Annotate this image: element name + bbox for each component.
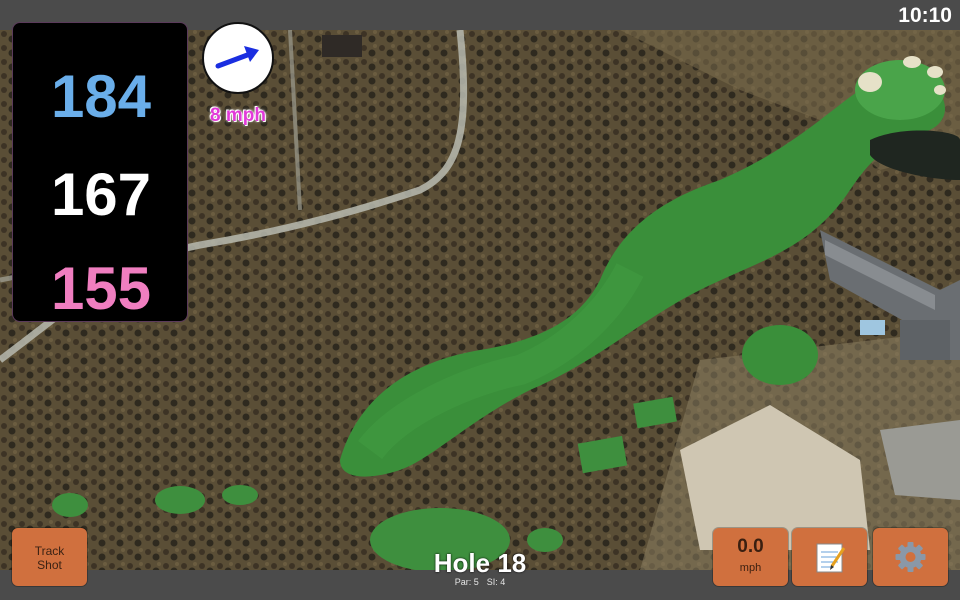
track-shot-button[interactable]: Track Shot [12,528,87,586]
notepad-icon [816,543,846,573]
track-shot-label-line1: Track [34,544,65,558]
speed-button[interactable]: 0.0 mph [713,528,788,586]
distance-panel: 184 167 155 [12,22,188,322]
hole-details: Par: 5 SI: 4 [380,577,580,587]
notes-button[interactable] [792,528,867,586]
arrow-icon [215,46,259,69]
settings-button[interactable] [873,528,948,586]
track-shot-label-line2: Shot [37,558,62,572]
hole-info: Hole 18 Par: 5 SI: 4 [380,548,580,587]
middle-distance: 167 [50,161,152,228]
front-distance: 155 [50,255,152,322]
gear-icon [895,542,926,572]
clock: 10:10 [898,4,952,27]
par-label: Par: 5 [454,577,479,587]
wind-speed-label: 8 mph [210,105,266,126]
speed-value: 0.0 [737,536,764,557]
wind-indicator [202,22,274,94]
si-label: SI: 4 [486,577,506,587]
speed-unit: mph [739,562,762,574]
hole-title: Hole 18 [433,548,527,578]
back-distance: 184 [50,63,152,130]
